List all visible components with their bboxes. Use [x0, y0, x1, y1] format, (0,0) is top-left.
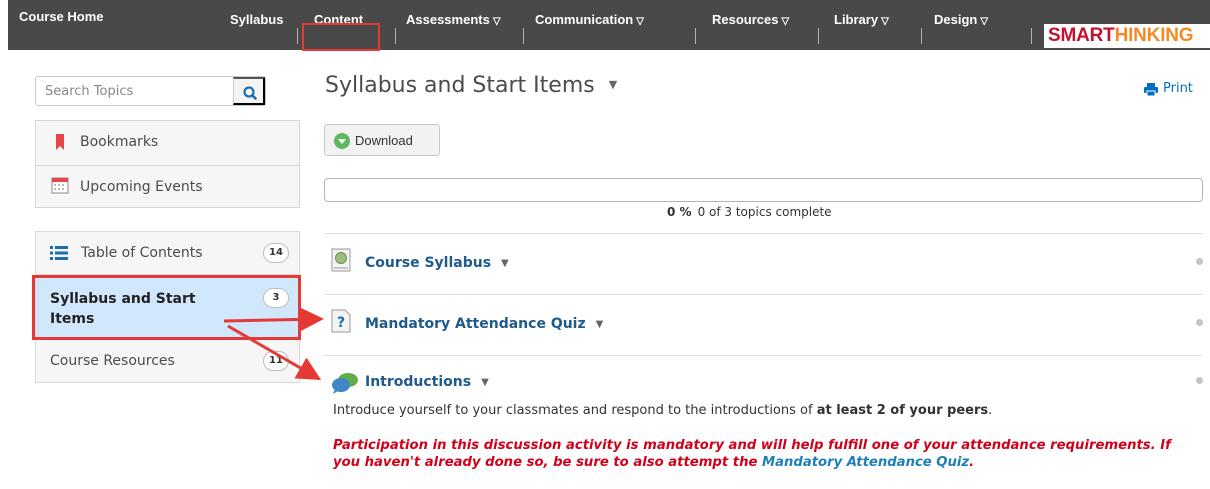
- description-end: .: [988, 403, 993, 418]
- bookmark-icon: [56, 134, 64, 150]
- nav-assessments[interactable]: Assessments ▽: [406, 0, 501, 50]
- sidebar-item-bookmarks[interactable]: Bookmarks: [36, 121, 299, 165]
- download-circle-icon: [334, 133, 350, 149]
- sidebar-item-course-resources[interactable]: Course Resources 11: [35, 339, 300, 383]
- download-label: Download: [355, 133, 413, 148]
- triangle-down-icon: ▽: [980, 16, 989, 27]
- nav-design[interactable]: Design ▽: [934, 0, 988, 50]
- completion-dot: [1196, 258, 1203, 265]
- notice-line-1: Participation in this discussion activit…: [333, 438, 1171, 453]
- triangle-down-icon: ▽: [881, 16, 889, 27]
- sidebar-item-upcoming-events[interactable]: Upcoming Events: [36, 165, 299, 209]
- topic-title: Introductions: [365, 374, 472, 390]
- topic-link-attendance-quiz[interactable]: Mandatory Attendance Quiz ▼: [365, 316, 603, 332]
- nav-separator: [921, 28, 922, 44]
- sidebar-item-table-of-contents[interactable]: Table of Contents 14: [35, 231, 300, 275]
- printer-icon: [1144, 83, 1158, 96]
- nav-resources-label: Resources: [712, 12, 779, 27]
- nav-course-home[interactable]: Course Home: [19, 0, 104, 50]
- notice-end: .: [969, 455, 975, 470]
- chevron-down-icon[interactable]: ▼: [481, 377, 489, 388]
- mandatory-quiz-link[interactable]: Mandatory Attendance Quiz: [762, 455, 969, 470]
- title-menu-caret-icon[interactable]: ▼: [609, 78, 617, 91]
- search-box: [35, 76, 266, 106]
- content-highlight-box: [302, 23, 380, 51]
- completion-dot: [1196, 377, 1203, 384]
- topic-title: Mandatory Attendance Quiz: [365, 316, 586, 332]
- progress-bar: [324, 178, 1203, 202]
- discussion-icon: [332, 373, 358, 394]
- nav-separator: [395, 28, 396, 44]
- nav-library-label: Library: [834, 12, 879, 27]
- description-emphasis: at least 2 of your peers: [816, 403, 989, 418]
- progress-percent: 0 %: [667, 205, 692, 219]
- nav-separator: [818, 28, 819, 44]
- nav-syllabus-label: Syllabus: [230, 12, 284, 27]
- nav-separator: [297, 28, 298, 44]
- triangle-down-icon: ▽: [492, 16, 501, 27]
- brand-part-2: HINKING: [1114, 25, 1194, 46]
- search-input[interactable]: [36, 77, 234, 105]
- search-icon: [243, 86, 257, 100]
- list-item: ? Mandatory Attendance Quiz ▼: [324, 295, 1203, 355]
- nav-separator: [1031, 28, 1032, 44]
- sidebar-shortcuts: Bookmarks Upcoming Events: [35, 120, 300, 208]
- smarthinking-logo[interactable]: SMARTHINKING: [1044, 24, 1210, 48]
- count-badge: 11: [263, 351, 289, 371]
- list-icon: [50, 246, 68, 260]
- upcoming-events-label: Upcoming Events: [80, 179, 203, 195]
- list-item: Introductions ▼: [324, 356, 1203, 396]
- active-module-highlight: [32, 275, 301, 340]
- nav-resources[interactable]: Resources ▽: [712, 0, 789, 50]
- chevron-down-icon[interactable]: ▼: [596, 319, 604, 330]
- notice-line-2: you haven't already done so, be sure to …: [333, 454, 1203, 471]
- page-title: Syllabus and Start Items ▼: [325, 73, 617, 98]
- web-page-icon: [331, 248, 351, 272]
- search-button[interactable]: [233, 77, 265, 105]
- notice-text: you haven't already done so, be sure to …: [333, 455, 762, 470]
- nav-communication-label: Communication: [535, 12, 634, 27]
- page-title-text: Syllabus and Start Items: [325, 73, 595, 98]
- toc-label: Course Resources: [50, 353, 175, 369]
- nav-separator: [523, 28, 524, 44]
- list-item: Course Syllabus ▼: [324, 234, 1203, 294]
- top-navbar: Course Home Syllabus Content Assessments…: [8, 0, 1210, 50]
- mandatory-notice: Participation in this discussion activit…: [333, 437, 1203, 471]
- topic-description: Introduce yourself to your classmates an…: [333, 403, 992, 418]
- quiz-icon: ?: [331, 309, 351, 333]
- description-text: Introduce yourself to your classmates an…: [333, 403, 817, 418]
- nav-separator: [695, 28, 696, 44]
- nav-library[interactable]: Library ▽: [834, 0, 889, 50]
- triangle-down-icon: ▽: [781, 16, 790, 27]
- completion-dot: [1196, 319, 1203, 326]
- toc-label: Table of Contents: [81, 245, 203, 261]
- progress-count: 0 of 3 topics complete: [697, 205, 832, 219]
- triangle-down-icon: ▽: [636, 16, 644, 27]
- nav-design-label: Design: [934, 12, 978, 27]
- topic-title: Course Syllabus: [365, 255, 492, 271]
- progress-summary: 0 % 0 of 3 topics complete: [667, 205, 832, 219]
- calendar-icon: [51, 177, 69, 194]
- topic-link-introductions[interactable]: Introductions ▼: [365, 374, 489, 390]
- svg-text:?: ?: [337, 315, 345, 331]
- nav-assessments-label: Assessments: [406, 12, 490, 27]
- count-badge: 14: [263, 243, 289, 263]
- brand-part-1: SMART: [1048, 25, 1115, 46]
- print-label: Print: [1163, 81, 1193, 96]
- nav-communication[interactable]: Communication ▽: [535, 0, 644, 50]
- bookmarks-label: Bookmarks: [80, 134, 159, 150]
- download-button[interactable]: Download: [324, 124, 440, 156]
- topic-link-course-syllabus[interactable]: Course Syllabus ▼: [365, 255, 509, 271]
- chevron-down-icon[interactable]: ▼: [501, 258, 509, 269]
- nav-syllabus[interactable]: Syllabus: [230, 0, 283, 50]
